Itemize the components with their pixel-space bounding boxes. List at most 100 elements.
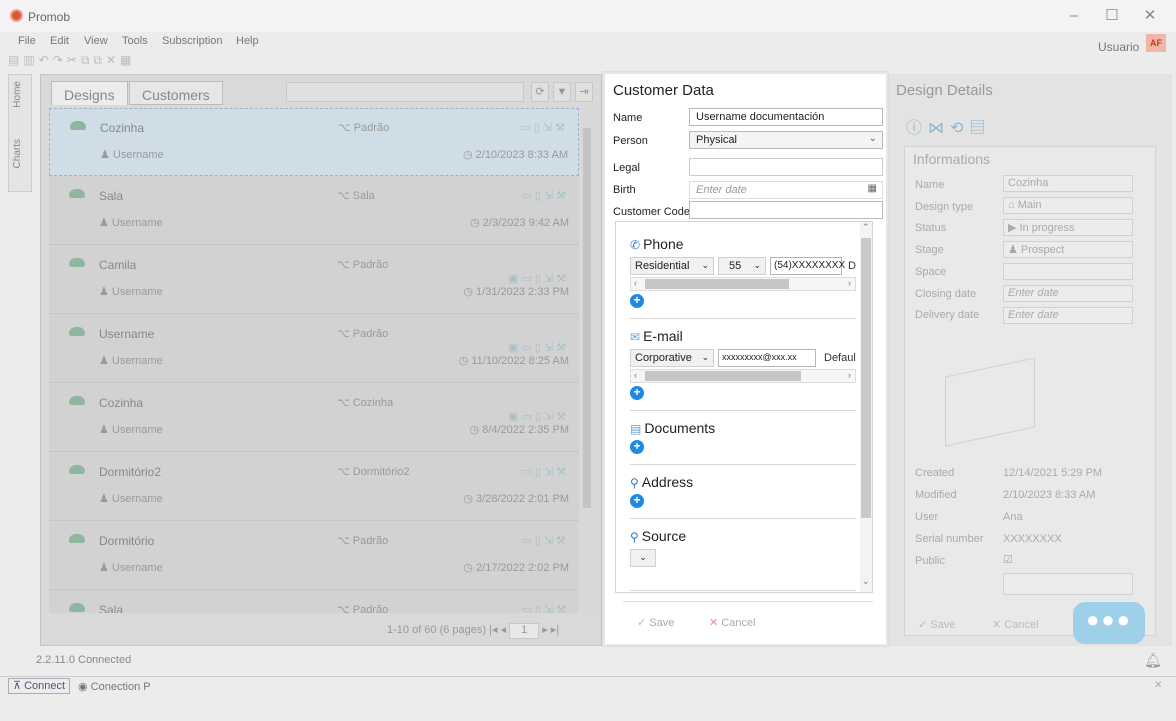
scroll-left-icon[interactable]: ‹: [634, 370, 637, 380]
chat-icon[interactable]: ●●●: [1073, 602, 1145, 644]
menu-view[interactable]: View: [84, 35, 108, 47]
table-row[interactable]: Sala ♟ Username ⌥ Sala ▭▯⇲⚒ ◷ 2/3/2023 9…: [49, 177, 579, 245]
details-cancel-button[interactable]: ✕ Cancel: [992, 618, 1039, 631]
sections-scrollbar-thumb[interactable]: [861, 238, 871, 518]
design-actions-icons[interactable]: ▭▯⇲⚒: [520, 121, 568, 134]
maximize-button[interactable]: ☐: [1100, 6, 1124, 26]
bell-icon[interactable]: 🔔︎: [1144, 652, 1162, 669]
detail-label: Serial number: [915, 533, 984, 545]
phone-number-field[interactable]: (54)XXXXXXXX: [770, 257, 845, 275]
menu-file[interactable]: File: [18, 35, 36, 47]
calendar-icon[interactable]: ▦: [868, 183, 877, 194]
first-page-icon[interactable]: |◂ ◂: [489, 624, 509, 636]
add-email-icon[interactable]: +: [630, 386, 644, 400]
list-scrollbar[interactable]: [581, 108, 593, 613]
list-scrollbar-thumb[interactable]: [583, 128, 591, 508]
email-scrollbar[interactable]: ‹ ›: [630, 369, 856, 383]
design-actions-icons[interactable]: ▣▭▯⇲⚒: [508, 341, 569, 354]
avatar[interactable]: AF: [1146, 34, 1166, 52]
divider: [630, 518, 856, 519]
detail-closing-field[interactable]: Enter date: [1003, 285, 1133, 302]
table-row[interactable]: Camila ♟ Username ⌥ Padrão ▣▭▯⇲⚒ ◷ 1/31/…: [49, 246, 579, 314]
table-row[interactable]: Sala ⌥ Padrão ▭▯⇲⚒: [49, 591, 579, 613]
check-icon: ✓: [637, 617, 647, 629]
table-row[interactable]: Dormitório ♟ Username ⌥ Padrão ▭▯⇲⚒ ◷ 2/…: [49, 522, 579, 590]
detail-status-select[interactable]: ▶ In progress: [1003, 219, 1133, 236]
tab-customers[interactable]: Customers: [129, 81, 223, 105]
phone-ddi-select[interactable]: 55 ⌄: [718, 257, 766, 275]
pager: 1-10 of 60 (6 pages) |◂ ◂ 1 ▸ ▸|: [387, 623, 559, 639]
scroll-down-icon[interactable]: ⌄: [862, 576, 870, 587]
save-button[interactable]: ✓ Save: [637, 616, 674, 629]
birth-field[interactable]: Enter date ▦: [689, 181, 883, 199]
toolbar-icons[interactable]: ▤▥↶↷✂⧉⧉✕▦: [8, 53, 248, 71]
table-row[interactable]: Dormitório2 ♟ Username ⌥ Dormitório2 ▭▯⇲…: [49, 453, 579, 521]
connection-item[interactable]: ◉ Conection P: [78, 680, 151, 693]
design-user: ♟ Username: [99, 355, 163, 367]
customer-code-field[interactable]: [689, 201, 883, 219]
design-actions-icons[interactable]: ▭▯⇲⚒: [521, 603, 569, 613]
menu-help[interactable]: Help: [236, 35, 259, 47]
scroll-right-icon[interactable]: ›: [848, 370, 851, 380]
table-row[interactable]: Cozinha ♟ Username ⌥ Padrão ▭▯⇲⚒ ◷ 2/10/…: [49, 108, 579, 176]
search-input[interactable]: [286, 82, 524, 102]
user-name[interactable]: Usuario: [1098, 40, 1139, 54]
detail-name-field[interactable]: Cozinha: [1003, 175, 1133, 192]
scroll-up-icon[interactable]: ⌃: [862, 222, 870, 233]
menu-subscription[interactable]: Subscription: [162, 35, 223, 47]
person-select[interactable]: Physical ⌄: [689, 131, 883, 149]
source-select[interactable]: ⌄: [630, 549, 656, 567]
contact-sections: ✆ Phone Residential ⌄ 55 ⌄ (54)XXXXXXXX D ‹…: [615, 221, 873, 593]
detail-delivery-field[interactable]: Enter date: [1003, 307, 1133, 324]
add-address-icon[interactable]: +: [630, 494, 644, 508]
sections-scrollbar[interactable]: ⌃ ⌄: [860, 222, 872, 592]
details-save-button[interactable]: ✓ Save: [918, 618, 955, 631]
side-tab-home[interactable]: Home: [12, 81, 23, 108]
add-phone-icon[interactable]: +: [630, 294, 644, 308]
detail-label: User: [915, 511, 939, 523]
close-small-icon[interactable]: ✕: [1154, 680, 1162, 691]
source-section-title: ⚲ Source: [630, 528, 686, 544]
detail-space-select[interactable]: [1003, 263, 1133, 280]
phone-scrollbar[interactable]: ‹ ›: [630, 277, 856, 291]
minimize-button[interactable]: –: [1062, 6, 1086, 26]
public-checkbox[interactable]: ☑: [1003, 553, 1013, 566]
refresh-icon[interactable]: ⟳: [531, 82, 549, 102]
design-name: Sala: [99, 189, 124, 203]
legal-field[interactable]: [689, 158, 883, 176]
design-actions-icons[interactable]: ▭▯⇲⚒: [521, 189, 569, 202]
next-page-icon[interactable]: ▸ ▸|: [542, 624, 559, 636]
design-actions-icons[interactable]: ▭▯⇲⚒: [521, 534, 569, 547]
email-address-field[interactable]: xxxxxxxxx@xxx.xx: [718, 349, 816, 367]
filter-icon[interactable]: ▼: [553, 82, 571, 102]
details-tabs-icons[interactable]: ⓘ⋈⟲▤: [906, 114, 1036, 140]
tab-designs[interactable]: Designs: [51, 81, 128, 105]
table-row[interactable]: Cozinha ♟ Username ⌥ Cozinha ▣▭▯⇲⚒ ◷ 8/4…: [49, 384, 579, 452]
scroll-right-icon[interactable]: ›: [848, 278, 851, 288]
email-type-select[interactable]: Corporative ⌄: [630, 349, 714, 367]
scroll-left-icon[interactable]: ‹: [634, 278, 637, 288]
phone-extra-text: D: [848, 260, 856, 272]
close-button[interactable]: ✕: [1138, 6, 1162, 26]
email-scrollbar-thumb[interactable]: [645, 371, 801, 381]
side-tab-charts[interactable]: Charts: [12, 139, 23, 168]
detail-stage-select[interactable]: ♟ Prospect: [1003, 241, 1133, 258]
connect-button[interactable]: ⊼ Connect: [8, 678, 71, 694]
notes-field[interactable]: [1003, 573, 1133, 595]
export-icon[interactable]: ⇥: [575, 82, 593, 102]
menu-tools[interactable]: Tools: [122, 35, 148, 47]
design-actions-icons[interactable]: ▣▭▯⇲⚒: [508, 410, 569, 423]
design-name: Camila: [99, 258, 137, 272]
table-row[interactable]: Username ♟ Username ⌥ Padrão ▣▭▯⇲⚒ ◷ 11/…: [49, 315, 579, 383]
name-field[interactable]: Username documentación: [689, 108, 883, 126]
person-value: Physical: [696, 134, 737, 146]
design-actions-icons[interactable]: ▣▭▯⇲⚒: [508, 272, 569, 285]
add-document-icon[interactable]: +: [630, 440, 644, 454]
cancel-button[interactable]: ✕ Cancel: [709, 616, 756, 629]
menu-edit[interactable]: Edit: [50, 35, 69, 47]
design-actions-icons[interactable]: ▭▯⇲⚒: [521, 465, 569, 478]
phone-type-select[interactable]: Residential ⌄: [630, 257, 714, 275]
phone-scrollbar-thumb[interactable]: [645, 279, 789, 289]
page-input[interactable]: 1: [509, 623, 540, 639]
detail-type-select[interactable]: ⌂ Main: [1003, 197, 1133, 214]
